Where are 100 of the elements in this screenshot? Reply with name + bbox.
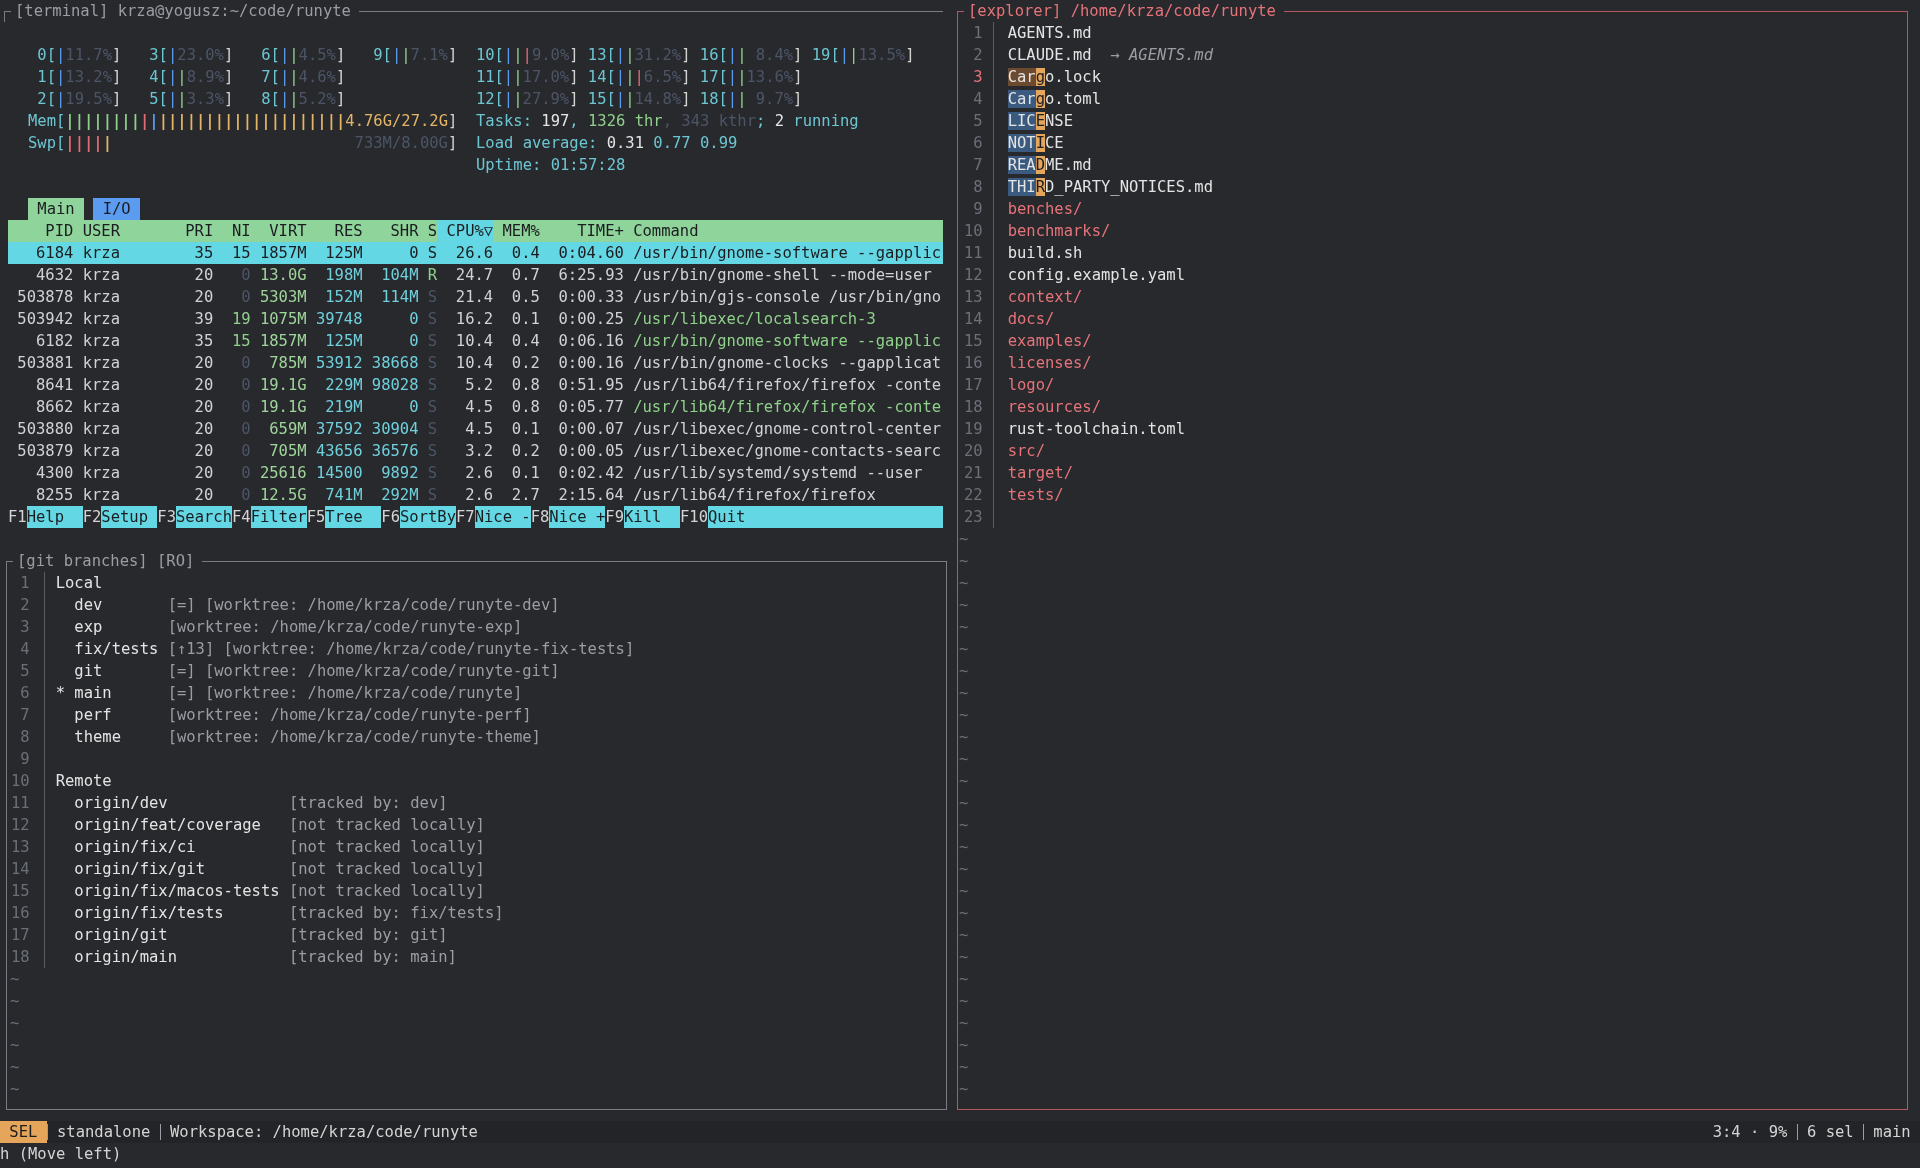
table-cell-text: 229M [324, 375, 363, 396]
table-cell-text: 0 [240, 485, 251, 506]
table-cell-text: 503942 [16, 309, 74, 330]
folder-name[interactable]: examples/ [1007, 330, 1092, 352]
column-header[interactable]: MEM% [493, 220, 540, 242]
process-row[interactable]: 503878 krza 20 0 5303M 152M 114M S 21.4 0.5 0:00.33 /usr/bin/gjs-console /usr/bin/gno [8, 286, 943, 308]
branch-name[interactable]: origin/main [74, 946, 289, 968]
process-row[interactable]: 8255 krza 20 0 12.5G 741M 292M S 2.6 2.7 2:15.64 /usr/lib64/firefox/firefox [8, 484, 943, 506]
table-cell-text: 20 [193, 375, 214, 396]
table-cell-text: /usr/libexec/localsearch-3 [632, 309, 877, 330]
file-name[interactable]: build.sh [1007, 242, 1083, 264]
table-cell-text: 20 [193, 353, 214, 374]
branch-name[interactable]: origin/fix/macos-tests [74, 880, 289, 902]
folder-name[interactable]: tests/ [1007, 484, 1064, 506]
empty-line-marker: ~ [959, 859, 969, 880]
file-name[interactable]: LICENSE [1007, 110, 1073, 132]
branch-name[interactable]: origin/fix/ci [74, 836, 289, 858]
table-cell-text: krza [81, 419, 121, 440]
branch-name[interactable]: origin/feat/coverage [74, 814, 289, 836]
branch-name[interactable]: fix/tests [74, 638, 168, 660]
view-tab[interactable]: Main [28, 198, 84, 220]
table-cell-text: 0:00.07 [557, 419, 624, 440]
column-header[interactable]: Command [623, 220, 942, 242]
folder-name[interactable]: benchmarks/ [1007, 220, 1111, 242]
process-row[interactable]: 503881 krza 20 0 785M 53912 38668 S 10.4 0.2 0:00.16 /usr/bin/gnome-clocks --gapplicat [8, 352, 943, 374]
line-number: 21 [964, 463, 983, 484]
branch-name[interactable]: main [74, 682, 168, 704]
table-cell-text: krza [81, 463, 121, 484]
column-header[interactable]: NI [213, 220, 251, 242]
cpu-meter: 17[||13.6%] [699, 67, 804, 88]
cpu-meter: 8[||5.2%] [260, 89, 347, 110]
table-cell-text: 19.1G [258, 375, 307, 396]
column-header[interactable]: CPU%▽ [437, 220, 494, 242]
file-name[interactable]: rust-toolchain.toml [1007, 418, 1185, 440]
branch-info: [tracked by: git] [288, 925, 448, 946]
table-cell-text: 0.1 [510, 463, 540, 484]
empty-line-marker: ~ [959, 925, 969, 946]
column-header[interactable]: RES [306, 220, 363, 242]
folder-name[interactable]: logo/ [1007, 374, 1055, 396]
folder-name[interactable]: context/ [1007, 286, 1083, 308]
process-row[interactable]: 503942 krza 39 19 1075M 39748 0 S 16.2 0.1 0:00.25 /usr/libexec/localsearch-3 [8, 308, 943, 330]
column-header[interactable]: SHR [362, 220, 419, 242]
column-header[interactable]: VIRT [250, 220, 307, 242]
tasks-summary: Tasks: 197, 1326 thr, 343 kthr; 2 running [476, 111, 860, 132]
branch-name[interactable]: origin/dev [74, 792, 289, 814]
table-cell-text: /usr/bin/gjs-console /usr/bin/gno [632, 287, 942, 308]
process-row[interactable]: 503879 krza 20 0 705M 43656 36576 S 3.2 0.2 0:00.05 /usr/libexec/gnome-contacts-searc [8, 440, 943, 462]
branch-name[interactable]: perf [74, 704, 168, 726]
table-cell-text: /usr/libexec/gnome-contacts-searc [632, 441, 942, 462]
view-tab[interactable]: I/O [93, 198, 140, 220]
process-row[interactable]: 4300 krza 20 0 25616 14500 9892 S 2.6 0.1 0:02.42 /usr/lib/systemd/systemd --user [8, 462, 943, 484]
table-cell-text: krza [81, 331, 121, 352]
folder-name[interactable]: licenses/ [1007, 352, 1092, 374]
process-row[interactable]: 6184 krza 35 15 1857M 125M 0 S 26.6 0.4 0:04.60 /usr/bin/gnome-software --gapplic [8, 242, 943, 264]
branch-info: [not tracked locally] [288, 881, 485, 902]
process-row[interactable]: 8641 krza 20 0 19.1G 229M 98028 S 5.2 0.8 0:51.95 /usr/lib64/firefox/firefox -conte [8, 374, 943, 396]
branch-name[interactable]: git [74, 660, 168, 682]
cpu-meter: 14[|||6.5%] [587, 67, 692, 88]
file-name[interactable]: config.example.yaml [1007, 264, 1185, 286]
status-text: standalone [46, 1124, 160, 1140]
symlink-target: → AGENTS.md [1110, 45, 1213, 66]
file-name[interactable]: THIRD_PARTY_NOTICES.md [1007, 176, 1213, 198]
branch-name[interactable]: exp [74, 616, 168, 638]
column-header[interactable]: S [418, 220, 438, 242]
branch-name[interactable]: origin/fix/tests [74, 902, 289, 924]
branch-name[interactable]: theme [74, 726, 168, 748]
folder-name[interactable]: docs/ [1007, 308, 1055, 330]
line-number: 20 [964, 441, 983, 462]
line-number: 10 [964, 221, 983, 242]
process-row[interactable]: 8662 krza 20 0 19.1G 219M 0 S 4.5 0.8 0:05.77 /usr/lib64/firefox/firefox -conte [8, 396, 943, 418]
folder-name[interactable]: src/ [1007, 440, 1045, 462]
table-cell-text: 4300 [35, 463, 74, 484]
column-header[interactable]: PRI [185, 220, 214, 242]
table-cell-text: 2.7 [510, 485, 540, 506]
file-name[interactable]: Cargo.toml [1007, 88, 1101, 110]
branch-name[interactable]: origin/fix/git [74, 858, 289, 880]
file-name[interactable]: Cargo.lock [1007, 66, 1101, 88]
process-row[interactable]: 6182 krza 35 15 1857M 125M 0 S 10.4 0.4 0:06.16 /usr/bin/gnome-software --gapplic [8, 330, 943, 352]
file-name[interactable]: README.md [1007, 154, 1092, 176]
column-header[interactable]: TIME+ [539, 220, 624, 242]
file-name[interactable]: CLAUDE.md [1007, 44, 1092, 66]
folder-name[interactable]: target/ [1007, 462, 1073, 484]
process-row[interactable]: 503880 krza 20 0 659M 37592 30904 S 4.5 0.1 0:00.07 /usr/libexec/gnome-control-center [8, 418, 943, 440]
branch-name[interactable]: origin/git [74, 924, 289, 946]
table-cell-text: 0.4 [510, 243, 540, 264]
table-cell-text: 785M [268, 353, 307, 374]
cpu-meter: 5[||3.3%] [148, 89, 235, 110]
table-cell-text: krza [81, 287, 121, 308]
table-cell-text: 21.4 [454, 287, 494, 308]
branch-info: [worktree: /home/krza/code/runyte-exp] [167, 617, 523, 638]
line-number: 4 [972, 89, 983, 110]
table-cell-text: 0.5 [510, 287, 540, 308]
file-name[interactable]: AGENTS.md [1007, 22, 1092, 44]
folder-name[interactable]: resources/ [1007, 396, 1101, 418]
branch-name[interactable]: dev [74, 594, 168, 616]
process-row[interactable]: 4632 krza 20 0 13.0G 198M 104M R 24.7 0.7 6:25.93 /usr/bin/gnome-shell --mode=user [8, 264, 943, 286]
column-header[interactable]: PID [8, 220, 74, 242]
column-header[interactable]: USER [73, 220, 186, 242]
current-branch-marker: * [55, 684, 65, 702]
folder-name[interactable]: benches/ [1007, 198, 1083, 220]
